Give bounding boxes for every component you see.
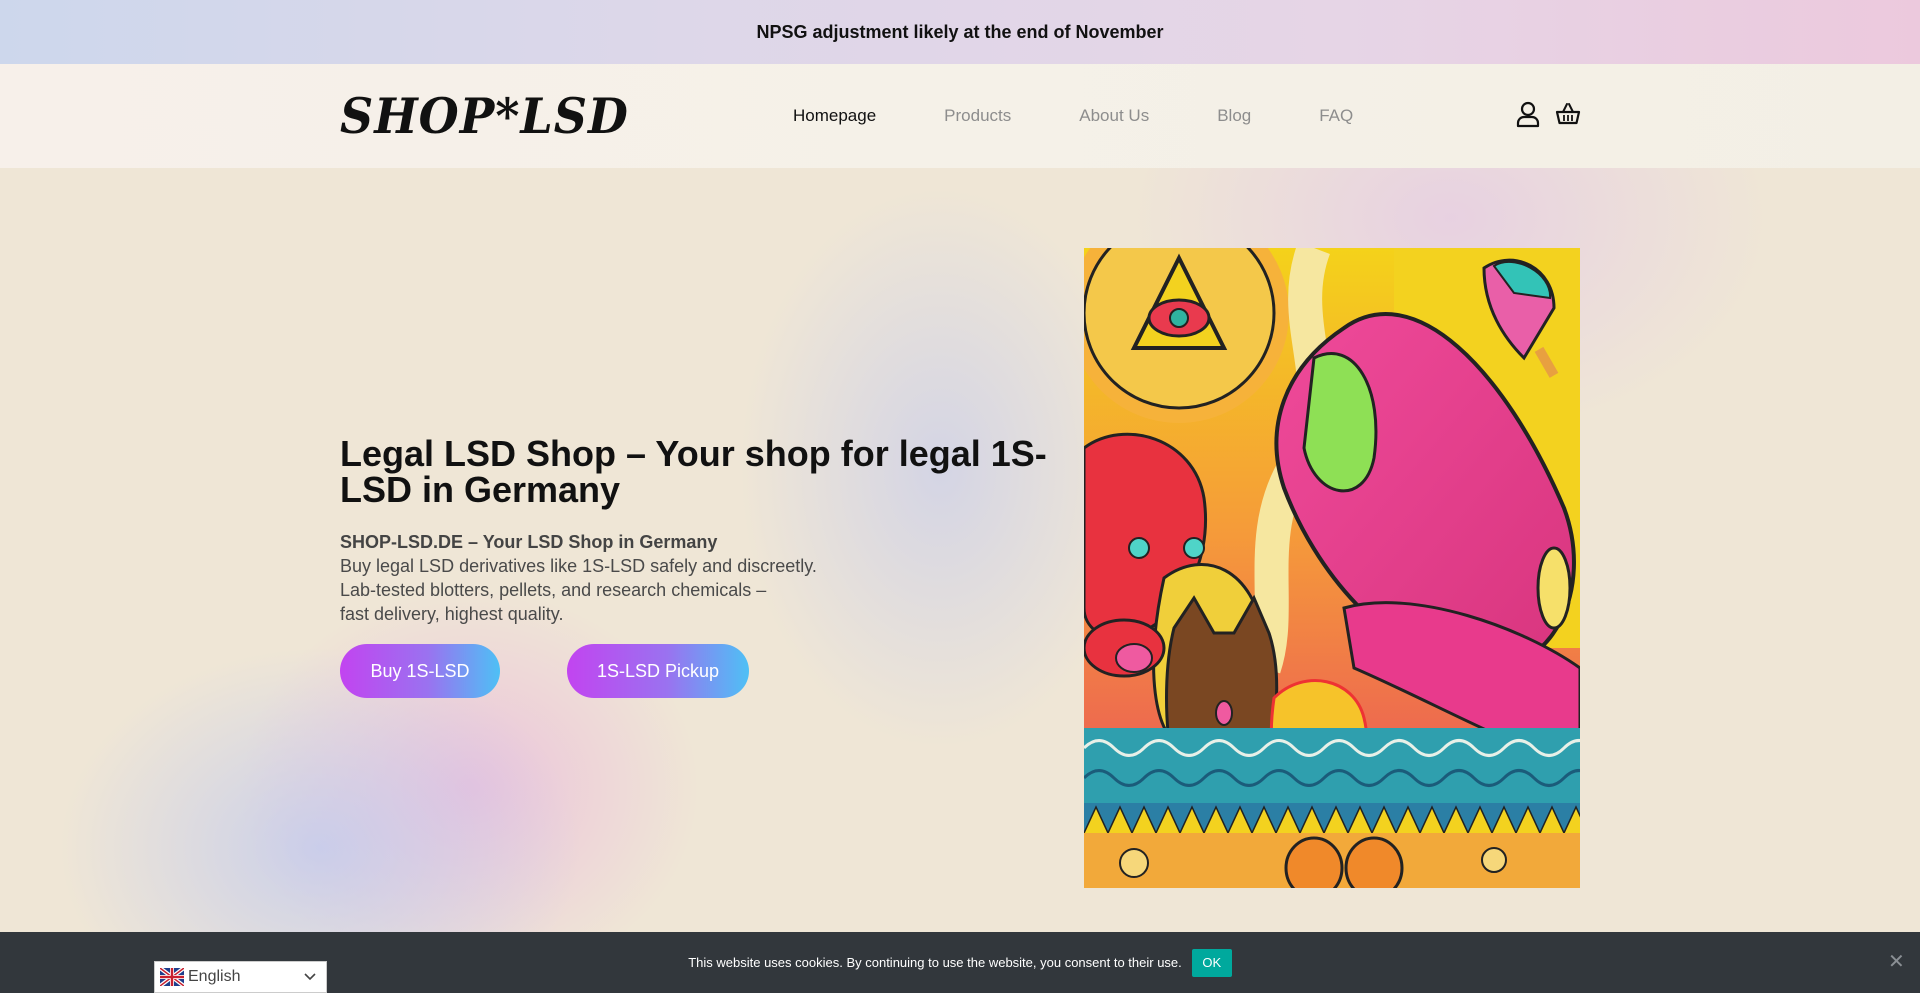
pickup-button[interactable]: 1S-LSD Pickup xyxy=(567,644,749,698)
hero-title-bold: Legal LSD Shop xyxy=(340,433,617,474)
hero-lead-line: fast delivery, highest quality. xyxy=(340,604,564,624)
uk-flag-icon xyxy=(160,968,184,986)
cookie-notice-text: This website uses cookies. By continuing… xyxy=(688,955,1182,970)
hero-lead-heading: SHOP-LSD.DE – Your LSD Shop in Germany xyxy=(340,532,718,552)
header-icons xyxy=(1515,100,1581,128)
nav-item-blog[interactable]: Blog xyxy=(1217,106,1251,126)
basket-icon[interactable] xyxy=(1555,100,1581,128)
hero-title: Legal LSD Shop – Your shop for legal 1S-… xyxy=(340,436,1080,508)
chevron-down-icon xyxy=(304,973,316,981)
language-switcher[interactable]: English xyxy=(154,961,327,993)
nav-item-faq[interactable]: FAQ xyxy=(1319,106,1353,126)
site-logo[interactable]: SHOP*LSD xyxy=(340,89,629,144)
hero-section: Legal LSD Shop – Your shop for legal 1S-… xyxy=(0,168,1920,932)
cookie-ok-button[interactable]: OK xyxy=(1191,948,1232,977)
main-nav: Homepage Products About Us Blog FAQ xyxy=(793,106,1421,126)
close-icon[interactable]: ✕ xyxy=(1888,952,1905,972)
site-header: SHOP*LSD Homepage Products About Us Blog… xyxy=(0,64,1920,168)
hero-lead-line: Lab-tested blotters, pellets, and resear… xyxy=(340,580,767,600)
hero-artwork-image xyxy=(1084,248,1580,888)
buy-1s-lsd-button[interactable]: Buy 1S-LSD xyxy=(340,644,500,698)
hero-lead-line: Buy legal LSD derivatives like 1S-LSD sa… xyxy=(340,556,817,576)
user-icon[interactable] xyxy=(1515,100,1541,128)
announcement-bar: NPSG adjustment likely at the end of Nov… xyxy=(0,0,1920,64)
nav-item-products[interactable]: Products xyxy=(944,106,1011,126)
hero-lead: SHOP-LSD.DE – Your LSD Shop in Germany B… xyxy=(340,530,900,626)
nav-item-homepage[interactable]: Homepage xyxy=(793,106,876,126)
language-selected: English xyxy=(188,968,241,985)
nav-item-about-us[interactable]: About Us xyxy=(1079,106,1149,126)
announcement-text: NPSG adjustment likely at the end of Nov… xyxy=(756,21,1164,42)
